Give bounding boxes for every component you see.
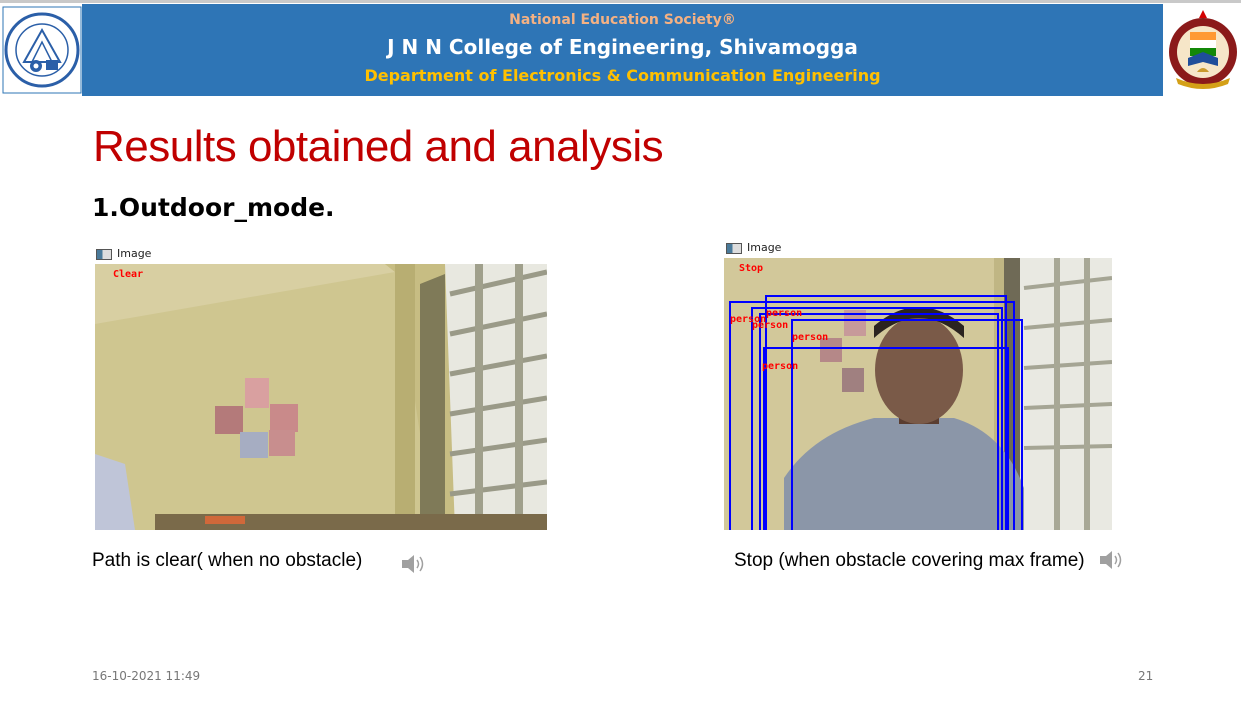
figure-2-caption: Stop (when obstacle covering max frame): [734, 550, 1085, 571]
section-heading: 1.Outdoor_mode.: [92, 193, 335, 222]
window-icon: [726, 242, 742, 254]
window-title-text: Image: [747, 241, 782, 254]
figure-2-camera-frame: Stop person person person person person: [724, 258, 1112, 530]
audio-speaker-icon[interactable]: [1098, 548, 1126, 572]
figure-2-window-title: Image: [726, 241, 781, 254]
college-name: J N N College of Engineering, Shivamogga: [387, 35, 858, 59]
detection-label: person: [792, 332, 829, 343]
status-label-clear: Clear: [113, 269, 144, 280]
detection-label: person: [762, 361, 799, 372]
window-icon: [96, 248, 112, 260]
department-name: Department of Electronics & Communicatio…: [364, 66, 881, 85]
top-border: [0, 0, 1241, 3]
society-name: National Education Society®: [509, 12, 736, 28]
footer-date: 16-10-2021 11:49: [92, 669, 201, 683]
figure-1-window-title: Image: [96, 247, 151, 260]
detection-label: person: [752, 320, 789, 331]
window-title-text: Image: [117, 247, 152, 260]
audio-speaker-icon[interactable]: [400, 552, 428, 576]
figure-1-camera-frame: Clear: [95, 264, 547, 530]
slide-title: Results obtained and analysis: [93, 122, 664, 171]
detection-label: person: [766, 308, 803, 319]
figure-1-caption: Path is clear( when no obstacle): [92, 550, 363, 571]
slide-number: 21: [1138, 669, 1154, 683]
college-logo: [2, 6, 82, 94]
header-banner: National Education Society® J N N Colleg…: [82, 4, 1163, 96]
society-emblem: [1166, 6, 1240, 92]
status-label-stop: Stop: [739, 263, 764, 274]
